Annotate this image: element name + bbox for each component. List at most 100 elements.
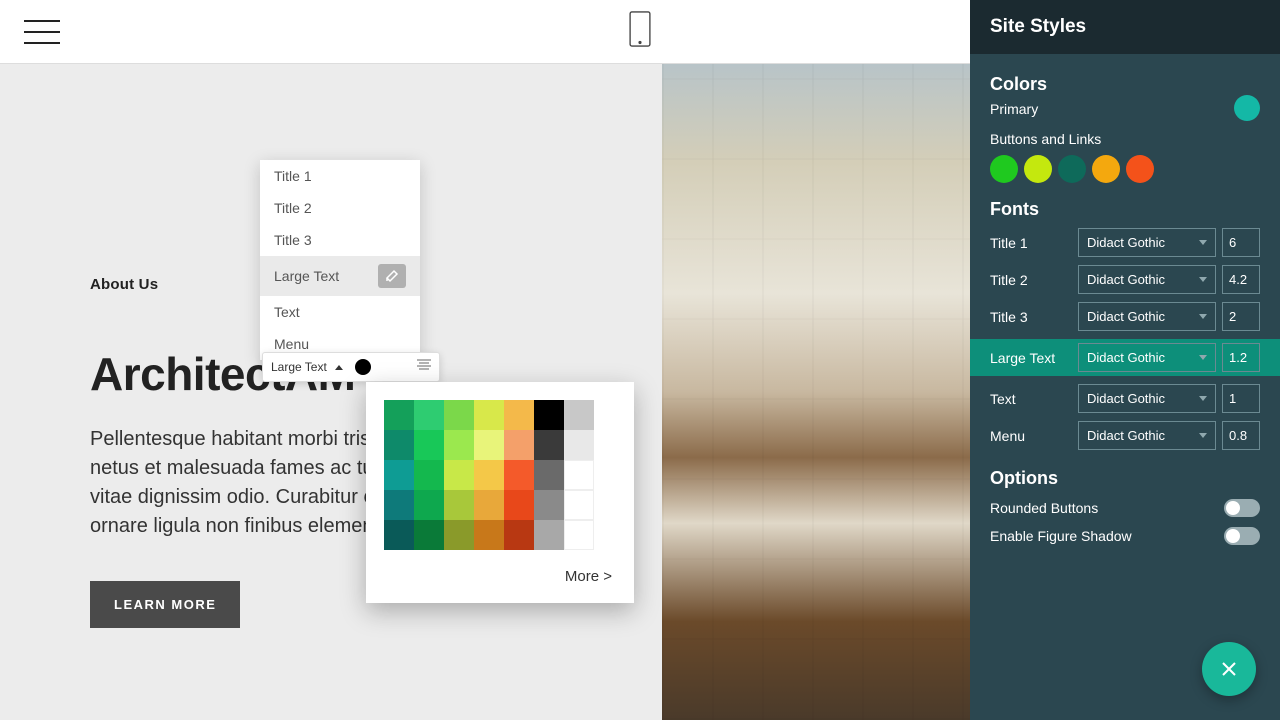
color-swatch[interactable] <box>534 490 564 520</box>
button-color-swatch[interactable] <box>1058 155 1086 183</box>
color-swatch[interactable] <box>564 520 594 550</box>
color-swatch[interactable] <box>384 520 414 550</box>
inline-text-toolbar: Large Text <box>262 352 440 382</box>
toggle-switch[interactable] <box>1224 527 1260 545</box>
close-panel-fab[interactable] <box>1202 642 1256 696</box>
font-size-input[interactable]: 1 <box>1222 384 1260 413</box>
color-swatch[interactable] <box>384 400 414 430</box>
style-option-title-3[interactable]: Title 3 <box>260 224 420 256</box>
buttons-links-label: Buttons and Links <box>990 131 1260 147</box>
color-picker-popover: More > <box>366 382 634 603</box>
more-colors-link[interactable]: More > <box>384 568 616 585</box>
button-color-swatch[interactable] <box>1126 155 1154 183</box>
toolbar-style-label[interactable]: Large Text <box>271 360 327 374</box>
chevron-down-icon <box>1199 433 1207 438</box>
color-swatch[interactable] <box>564 460 594 490</box>
color-swatch[interactable] <box>504 400 534 430</box>
font-size-input[interactable]: 0.8 <box>1222 421 1260 450</box>
font-row-label: Title 3 <box>990 309 1072 325</box>
font-family-select[interactable]: Didact Gothic <box>1078 265 1216 294</box>
chevron-down-icon <box>1199 277 1207 282</box>
font-row-large-text: Large Text Didact Gothic1.2 <box>970 339 1280 376</box>
color-swatch[interactable] <box>414 520 444 550</box>
style-option-text[interactable]: Text <box>260 296 420 328</box>
color-swatch[interactable] <box>534 460 564 490</box>
font-row-label: Title 1 <box>990 235 1072 251</box>
toggle-switch[interactable] <box>1224 499 1260 517</box>
color-swatch[interactable] <box>384 460 414 490</box>
color-swatch[interactable] <box>414 430 444 460</box>
color-swatch[interactable] <box>504 520 534 550</box>
font-row-label: Menu <box>990 428 1072 444</box>
text-color-swatch[interactable] <box>355 359 371 375</box>
hero-image <box>662 64 970 720</box>
panel-title: Site Styles <box>970 0 1280 54</box>
primary-color-swatch[interactable] <box>1234 95 1260 121</box>
color-swatch[interactable] <box>564 430 594 460</box>
font-row-title-2: Title 2 Didact Gothic4.2 <box>990 265 1260 294</box>
font-size-input[interactable]: 2 <box>1222 302 1260 331</box>
color-swatch[interactable] <box>504 460 534 490</box>
color-swatch[interactable] <box>474 430 504 460</box>
color-swatch[interactable] <box>444 520 474 550</box>
site-styles-panel: Site Styles Colors Primary Buttons and L… <box>970 0 1280 720</box>
color-swatch[interactable] <box>414 490 444 520</box>
color-swatch[interactable] <box>414 460 444 490</box>
color-swatch[interactable] <box>384 490 414 520</box>
color-swatch[interactable] <box>534 520 564 550</box>
color-swatch[interactable] <box>564 400 594 430</box>
font-family-select[interactable]: Didact Gothic <box>1078 421 1216 450</box>
style-option-title-1[interactable]: Title 1 <box>260 160 420 192</box>
color-swatch[interactable] <box>504 490 534 520</box>
color-swatch-grid <box>384 400 594 550</box>
color-swatch[interactable] <box>444 460 474 490</box>
button-color-swatch[interactable] <box>1024 155 1052 183</box>
options-section-title: Options <box>990 468 1260 489</box>
chevron-down-icon <box>1199 355 1207 360</box>
font-size-input[interactable]: 1.2 <box>1222 343 1260 372</box>
color-swatch[interactable] <box>444 430 474 460</box>
chevron-down-icon <box>1199 396 1207 401</box>
colors-section-title: Colors <box>990 74 1260 95</box>
color-swatch[interactable] <box>564 490 594 520</box>
hamburger-menu[interactable] <box>24 20 60 44</box>
paint-icon[interactable] <box>378 264 406 288</box>
primary-color-label: Primary <box>990 101 1260 117</box>
font-family-select[interactable]: Didact Gothic <box>1078 228 1216 257</box>
fonts-section-title: Fonts <box>990 199 1260 220</box>
font-family-select[interactable]: Didact Gothic <box>1078 302 1216 331</box>
style-option-title-2[interactable]: Title 2 <box>260 192 420 224</box>
color-swatch[interactable] <box>414 400 444 430</box>
option-row-enable-figure-shadow: Enable Figure Shadow <box>990 527 1260 545</box>
button-color-swatch[interactable] <box>990 155 1018 183</box>
font-family-select[interactable]: Didact Gothic <box>1078 384 1216 413</box>
color-swatch[interactable] <box>534 430 564 460</box>
button-color-swatch[interactable] <box>1092 155 1120 183</box>
color-swatch[interactable] <box>534 400 564 430</box>
chevron-down-icon <box>1199 240 1207 245</box>
font-row-title-3: Title 3 Didact Gothic2 <box>990 302 1260 331</box>
color-swatch[interactable] <box>474 520 504 550</box>
font-row-label: Title 2 <box>990 272 1072 288</box>
cta-button[interactable]: LEARN MORE <box>90 581 240 628</box>
color-swatch[interactable] <box>384 430 414 460</box>
font-size-input[interactable]: 4.2 <box>1222 265 1260 294</box>
font-row-label: Large Text <box>990 350 1072 366</box>
color-swatch[interactable] <box>474 460 504 490</box>
font-size-input[interactable]: 6 <box>1222 228 1260 257</box>
align-icon[interactable] <box>417 358 431 376</box>
option-label: Rounded Buttons <box>990 500 1098 516</box>
caret-up-icon[interactable] <box>335 365 343 370</box>
color-swatch[interactable] <box>474 490 504 520</box>
font-row-text: Text Didact Gothic1 <box>990 384 1260 413</box>
option-label: Enable Figure Shadow <box>990 528 1132 544</box>
font-row-label: Text <box>990 391 1072 407</box>
color-swatch[interactable] <box>444 490 474 520</box>
font-family-select[interactable]: Didact Gothic <box>1078 343 1216 372</box>
mobile-preview-icon[interactable] <box>629 11 651 52</box>
color-swatch[interactable] <box>474 400 504 430</box>
style-option-large-text[interactable]: Large Text <box>260 256 420 296</box>
color-swatch[interactable] <box>504 430 534 460</box>
button-color-row <box>990 155 1260 183</box>
color-swatch[interactable] <box>444 400 474 430</box>
